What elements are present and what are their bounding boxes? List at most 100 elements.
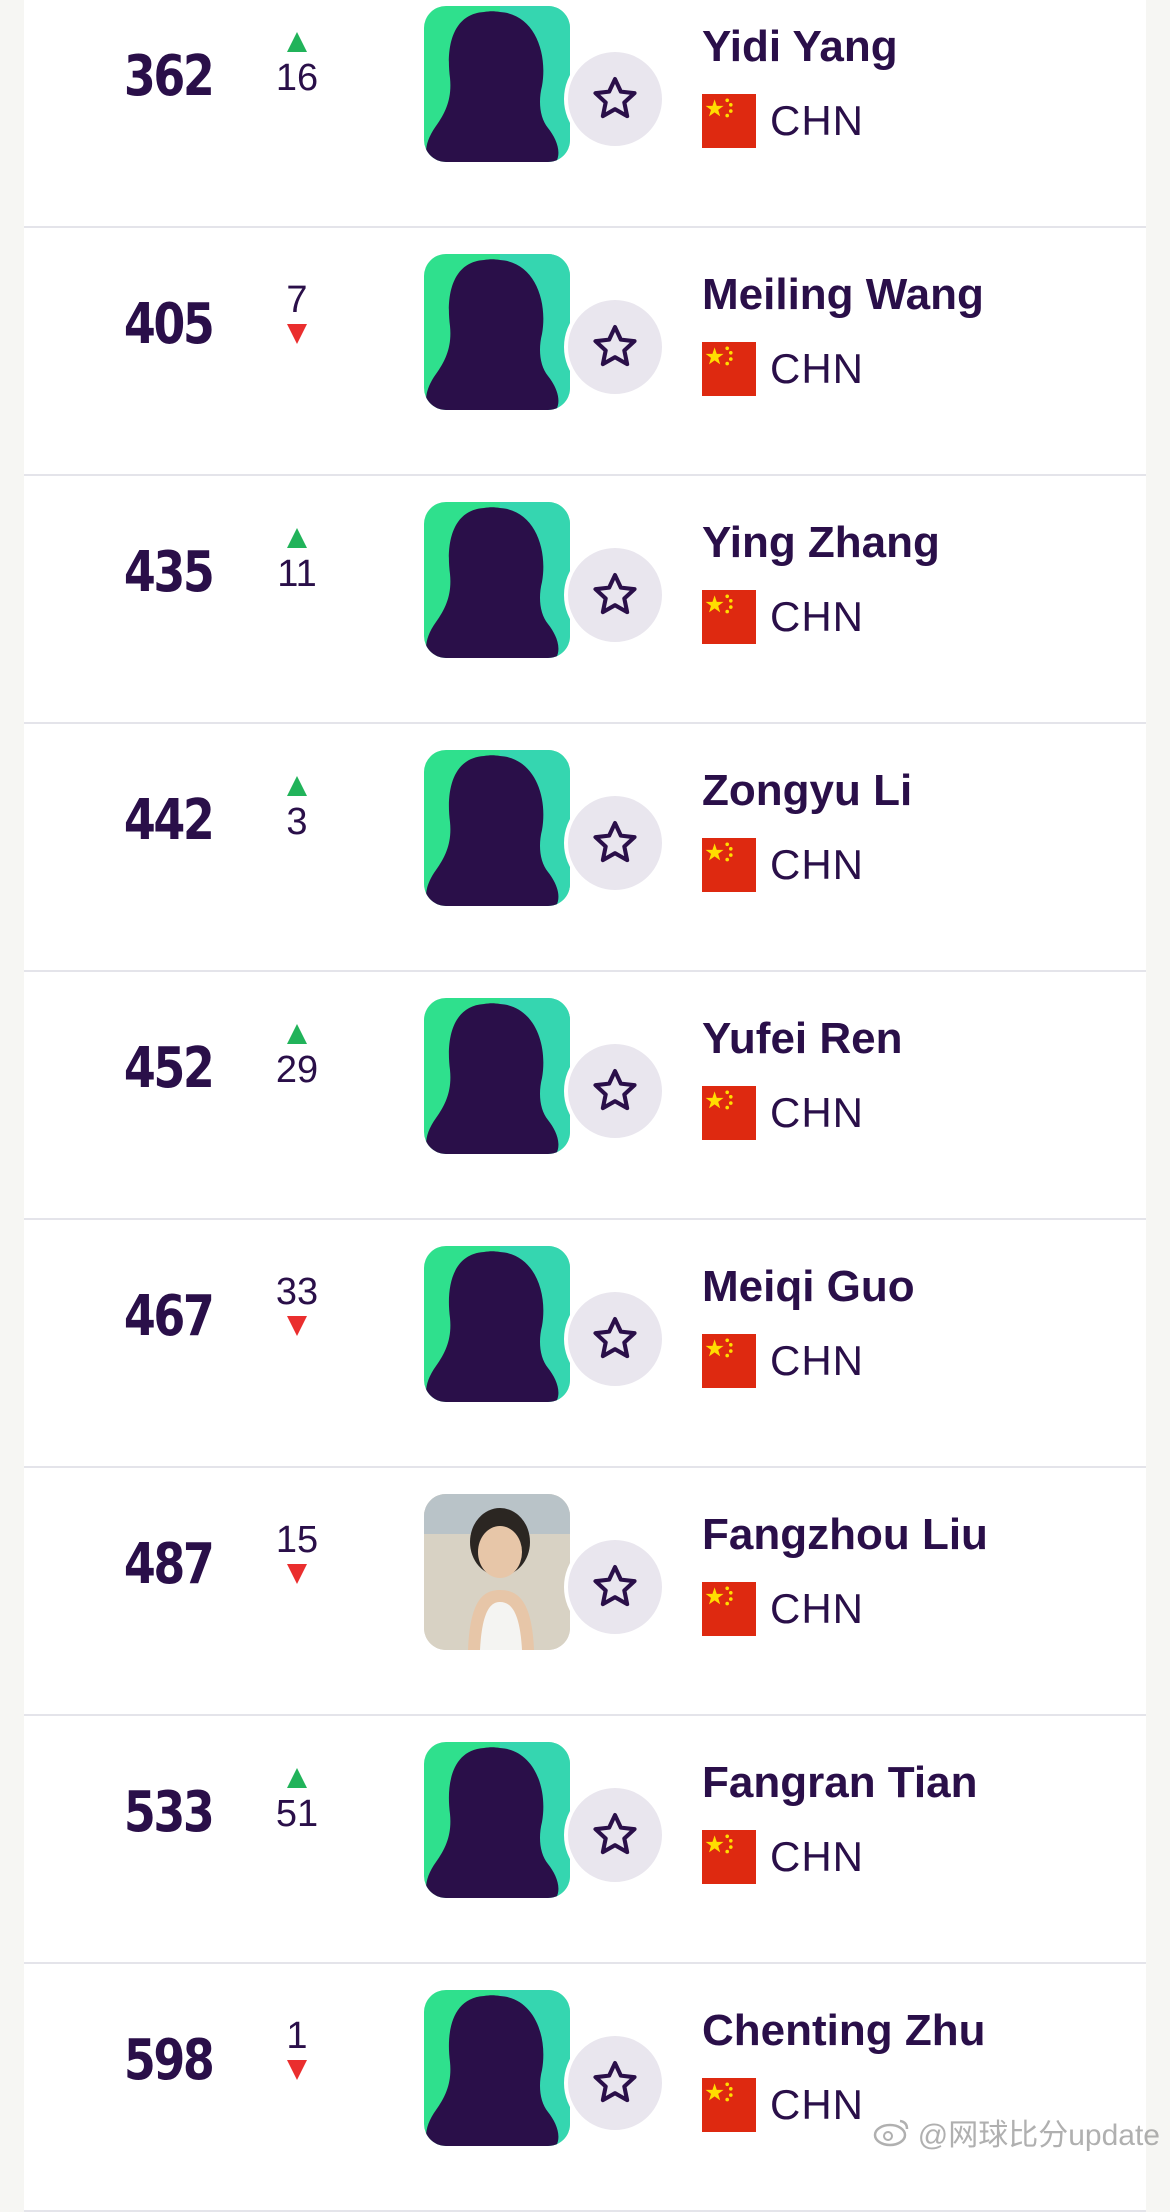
arrow-down-icon (287, 1316, 307, 1336)
watermark: @网球比分update (872, 2110, 1160, 2154)
star-outline-icon (593, 77, 637, 119)
country-code: CHN (770, 1337, 864, 1384)
rank-number: 467 (123, 1284, 215, 1349)
movement-value: 33 (275, 1271, 319, 1313)
player-name[interactable]: Meiqi Guo (702, 1262, 915, 1312)
player-avatar[interactable] (424, 1494, 570, 1650)
rank-movement: 3 (262, 776, 332, 842)
player-row[interactable]: 362 16 Yidi Yang CHN (24, 0, 1146, 228)
player-name[interactable]: Ying Zhang (702, 518, 940, 568)
player-name[interactable]: Yufei Ren (702, 1014, 903, 1064)
rank-movement: 7 (262, 280, 332, 344)
weibo-logo-icon (873, 2119, 909, 2147)
china-flag-icon (702, 590, 756, 644)
player-country: CHN (702, 590, 864, 644)
rank-movement: 33 (262, 1272, 332, 1336)
favorite-button[interactable] (564, 1040, 666, 1142)
player-avatar[interactable] (424, 750, 570, 906)
player-row[interactable]: 487 15 Fangzhou Liu CHN (24, 1468, 1146, 1716)
player-country: CHN (702, 1830, 864, 1884)
player-name[interactable]: Yidi Yang (702, 22, 898, 72)
player-silhouette-icon (426, 1251, 559, 1402)
country-code: CHN (770, 1585, 864, 1632)
rank-number: 487 (123, 1532, 215, 1597)
player-country: CHN (702, 838, 864, 892)
movement-value: 1 (286, 2015, 308, 2057)
player-photo (424, 1494, 570, 1650)
country-code: CHN (770, 1089, 864, 1136)
movement-value: 29 (275, 1049, 319, 1091)
favorite-button[interactable] (564, 544, 666, 646)
favorite-button[interactable] (564, 2032, 666, 2134)
arrow-down-icon (287, 324, 307, 344)
country-code: CHN (770, 345, 864, 392)
rank-number: 533 (123, 1780, 215, 1845)
china-flag-icon (702, 1830, 756, 1884)
player-avatar[interactable] (424, 502, 570, 658)
player-name[interactable]: Fangzhou Liu (702, 1510, 988, 1560)
player-silhouette-icon (426, 1003, 559, 1154)
player-name[interactable]: Meiling Wang (702, 270, 984, 320)
arrow-up-icon (287, 32, 307, 52)
country-code: CHN (770, 841, 864, 888)
china-flag-icon (702, 838, 756, 892)
arrow-up-icon (287, 776, 307, 796)
rank-movement: 11 (262, 528, 332, 594)
player-row[interactable]: 435 11 Ying Zhang CHN (24, 476, 1146, 724)
favorite-button[interactable] (564, 792, 666, 894)
arrow-up-icon (287, 528, 307, 548)
star-outline-icon (593, 325, 637, 367)
favorite-button[interactable] (564, 1288, 666, 1390)
star-outline-icon (593, 1813, 637, 1855)
rank-movement: 51 (262, 1768, 332, 1834)
rank-number: 598 (123, 2028, 215, 2093)
star-outline-icon (593, 573, 637, 615)
player-row[interactable]: 405 7 Meiling Wang CHN (24, 228, 1146, 476)
movement-value: 51 (275, 1793, 319, 1835)
player-name[interactable]: Chenting Zhu (702, 2006, 986, 2056)
player-silhouette-icon (426, 507, 559, 658)
country-code: CHN (770, 2081, 864, 2128)
player-row[interactable]: 442 3 Zongyu Li CHN (24, 724, 1146, 972)
player-name[interactable]: Zongyu Li (702, 766, 912, 816)
arrow-up-icon (287, 1024, 307, 1044)
rank-number: 362 (123, 44, 215, 109)
player-silhouette-icon (426, 259, 559, 410)
china-flag-icon (702, 94, 756, 148)
favorite-button[interactable] (564, 296, 666, 398)
player-silhouette-icon (426, 755, 559, 906)
player-row[interactable]: 467 33 Meiqi Guo CHN (24, 1220, 1146, 1468)
country-code: CHN (770, 97, 864, 144)
player-country: CHN (702, 94, 864, 148)
rank-movement: 16 (262, 32, 332, 98)
rank-movement: 15 (262, 1520, 332, 1584)
player-avatar[interactable] (424, 1990, 570, 2146)
player-silhouette-icon (426, 1747, 559, 1898)
china-flag-icon (702, 1086, 756, 1140)
watermark-text: @网球比分update (917, 2119, 1160, 2152)
favorite-button[interactable] (564, 48, 666, 150)
player-country: CHN (702, 2078, 864, 2132)
movement-value: 11 (277, 553, 317, 595)
arrow-down-icon (287, 2060, 307, 2080)
favorite-button[interactable] (564, 1784, 666, 1886)
arrow-down-icon (287, 1564, 307, 1584)
rank-number: 435 (123, 540, 215, 605)
favorite-button[interactable] (564, 1536, 666, 1638)
star-outline-icon (593, 1565, 637, 1607)
rank-number: 405 (123, 292, 215, 357)
player-row[interactable]: 452 29 Yufei Ren CHN (24, 972, 1146, 1220)
player-row[interactable]: 598 1 Chenting Zhu CHN (24, 1964, 1146, 2212)
player-row[interactable]: 533 51 Fangran Tian CHN (24, 1716, 1146, 1964)
player-avatar[interactable] (424, 1742, 570, 1898)
player-avatar[interactable] (424, 254, 570, 410)
player-avatar[interactable] (424, 998, 570, 1154)
rank-number: 452 (123, 1036, 215, 1101)
player-name[interactable]: Fangran Tian (702, 1758, 977, 1808)
player-avatar[interactable] (424, 6, 570, 162)
player-country: CHN (702, 1086, 864, 1140)
player-country: CHN (702, 1334, 864, 1388)
player-country: CHN (702, 1582, 864, 1636)
arrow-up-icon (287, 1768, 307, 1788)
player-avatar[interactable] (424, 1246, 570, 1402)
